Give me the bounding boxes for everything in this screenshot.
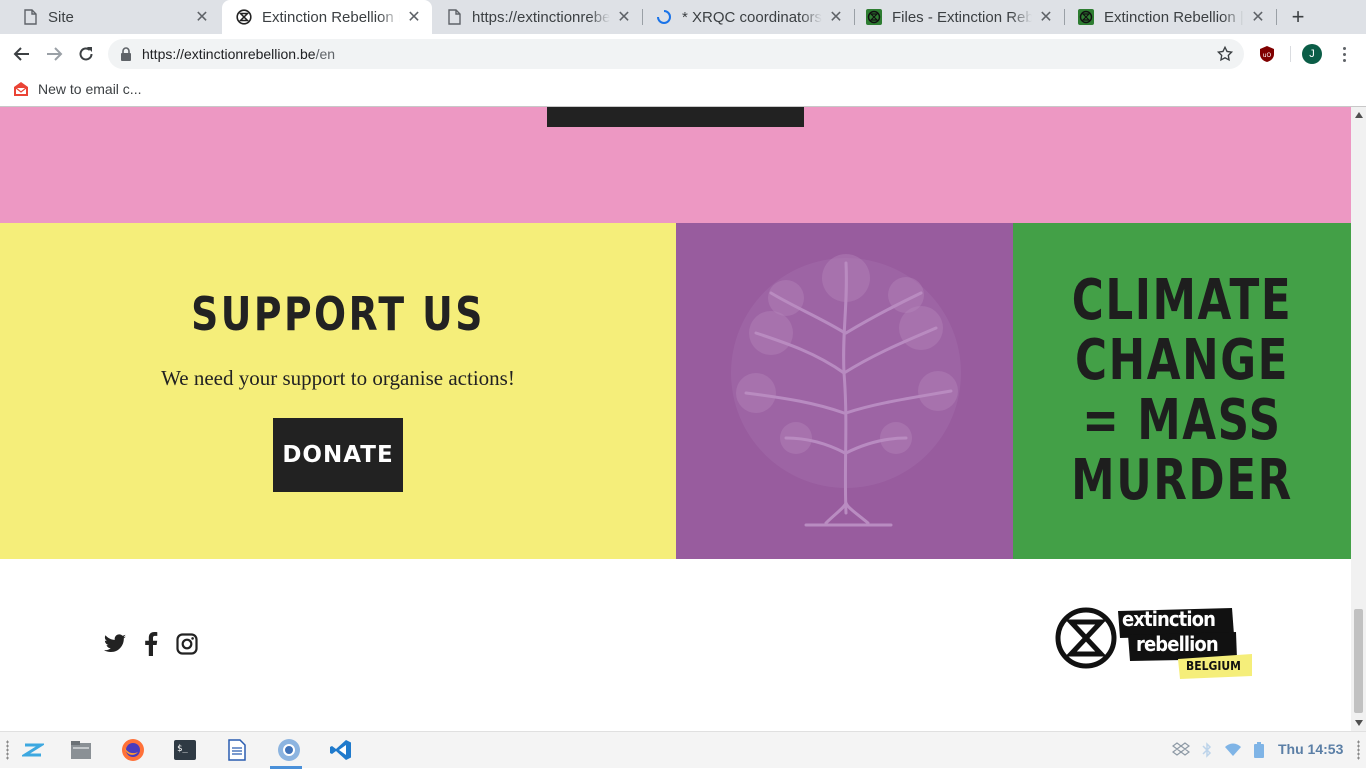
bluetooth-icon[interactable] [1198, 741, 1216, 759]
profile-avatar[interactable]: J [1302, 44, 1322, 64]
close-tab-icon[interactable]: ✕ [192, 7, 212, 27]
close-tab-icon[interactable]: ✕ [826, 7, 846, 27]
xr-logo-icon [236, 9, 252, 25]
firefox-icon[interactable] [121, 738, 145, 762]
battery-icon[interactable] [1250, 741, 1268, 759]
dropbox-icon[interactable] [1172, 741, 1190, 759]
zorin-menu-icon[interactable] [21, 738, 45, 762]
slogan-line-1: CLIMATE [1071, 268, 1293, 333]
terminal-icon[interactable]: $_ [173, 738, 197, 762]
reload-icon [79, 47, 93, 61]
tab-files-extinction-rebellion[interactable]: Files - Extinction Rebe ✕ [852, 0, 1064, 34]
url-path: /en [315, 46, 336, 62]
page-scrollbar[interactable] [1351, 107, 1366, 731]
slogan-line-2: CHANGE [1074, 328, 1290, 393]
tab-separator [1276, 9, 1277, 25]
logo-tag-belgium: BELGIUM [1186, 659, 1241, 673]
close-tab-icon[interactable]: ✕ [1248, 7, 1268, 27]
scroll-down-arrow-icon[interactable] [1351, 717, 1366, 729]
scroll-up-arrow-icon[interactable] [1351, 109, 1366, 121]
xr-belgium-logo[interactable]: extinction rebellion BELGIUM [1054, 605, 1258, 683]
tree-illustration-panel [676, 223, 1013, 559]
tab-title: https://extinctionrebel [472, 8, 610, 26]
email-icon [14, 82, 28, 96]
browser-menu-icon[interactable] [1334, 44, 1354, 64]
os-taskbar: $_ Thu 14:53 [0, 731, 1366, 769]
browser-toolbar: https://extinctionrebellion.be/en uO J [0, 34, 1366, 74]
tab-strip: Site ✕ Extinction Rebellion B ✕ https://… [0, 0, 1366, 34]
slogan-line-3: = MASS [1082, 388, 1282, 453]
bookmarks-bar: New to email c... [0, 74, 1366, 107]
tab-title: Files - Extinction Rebe [892, 8, 1032, 26]
slogan-text: CLIMATE CHANGE = MASS MURDER [1050, 271, 1314, 511]
close-tab-icon[interactable]: ✕ [404, 7, 424, 27]
instagram-icon[interactable] [174, 631, 200, 657]
donate-button[interactable]: DONATE [273, 418, 403, 492]
support-heading: SUPPORT US [191, 287, 485, 341]
logo-line-extinction: extinction [1122, 607, 1216, 631]
support-us-section: SUPPORT US We need your support to organ… [0, 223, 676, 559]
reload-button[interactable] [72, 40, 100, 68]
forward-button[interactable] [40, 40, 68, 68]
scroll-thumb[interactable] [1354, 609, 1363, 713]
url-host: https://extinctionrebellion.be [142, 46, 316, 62]
close-tab-icon[interactable]: ✕ [1036, 7, 1056, 27]
tab-extinction-rebellion[interactable]: Extinction Rebellion | ✕ [1064, 0, 1276, 34]
tab-title: Extinction Rebellion B [262, 8, 400, 26]
lock-icon [120, 47, 134, 61]
tree-of-life-icon [731, 254, 961, 527]
facebook-icon[interactable] [138, 631, 164, 657]
tab-site[interactable]: Site ✕ [8, 0, 220, 34]
url-text: https://extinctionrebellion.be/en [142, 46, 335, 62]
logo-line-rebellion: rebellion [1136, 632, 1219, 656]
toolbar-divider [1290, 46, 1291, 62]
page-icon [446, 9, 462, 25]
pink-section [0, 107, 1351, 223]
chromium-icon[interactable] [277, 738, 301, 762]
tab-title: Site [48, 8, 74, 26]
xr-green-icon [866, 9, 882, 25]
document-icon[interactable] [225, 738, 249, 762]
tab-xrqc-coordinators[interactable]: * XRQC coordinators - ✕ [642, 0, 854, 34]
tab-extinctionrebellion-url[interactable]: https://extinctionrebel ✕ [432, 0, 642, 34]
new-tab-button[interactable]: + [1286, 4, 1310, 29]
forward-arrow-icon [47, 47, 63, 61]
ublock-origin-icon[interactable]: uO [1258, 45, 1276, 63]
support-text: We need your support to organise actions… [161, 366, 515, 390]
tab-title: * XRQC coordinators - [682, 8, 822, 26]
web-page: SUPPORT US We need your support to organ… [0, 107, 1351, 731]
xr-green-icon [1078, 9, 1094, 25]
slogan-panel: CLIMATE CHANGE = MASS MURDER [1013, 223, 1351, 559]
address-bar[interactable]: https://extinctionrebellion.be/en [108, 39, 1244, 69]
twitter-icon[interactable] [102, 631, 128, 657]
back-arrow-icon [13, 47, 29, 61]
tab-title: Extinction Rebellion | [1104, 8, 1244, 26]
taskbar-grip-left [6, 740, 9, 760]
vscode-icon[interactable] [329, 738, 353, 762]
tab-extinction-rebellion-active[interactable]: Extinction Rebellion B ✕ [222, 0, 432, 34]
taskbar-grip-right [1357, 740, 1360, 760]
svg-text:$_: $_ [177, 744, 188, 754]
bookmark-star-icon[interactable] [1216, 45, 1234, 63]
close-tab-icon[interactable]: ✕ [614, 7, 634, 27]
bookmark-new-to-email[interactable]: New to email c... [12, 80, 141, 98]
bookmark-label: New to email c... [38, 81, 142, 97]
taskbar-clock[interactable]: Thu 14:53 [1278, 741, 1343, 757]
dark-button-remnant[interactable] [547, 107, 804, 127]
loading-spinner-icon [656, 9, 672, 25]
slogan-line-4: MURDER [1071, 448, 1293, 513]
back-button[interactable] [8, 40, 36, 68]
wifi-icon[interactable] [1224, 741, 1242, 759]
page-icon [22, 9, 38, 25]
svg-text:uO: uO [1263, 52, 1272, 59]
files-icon[interactable] [69, 738, 93, 762]
